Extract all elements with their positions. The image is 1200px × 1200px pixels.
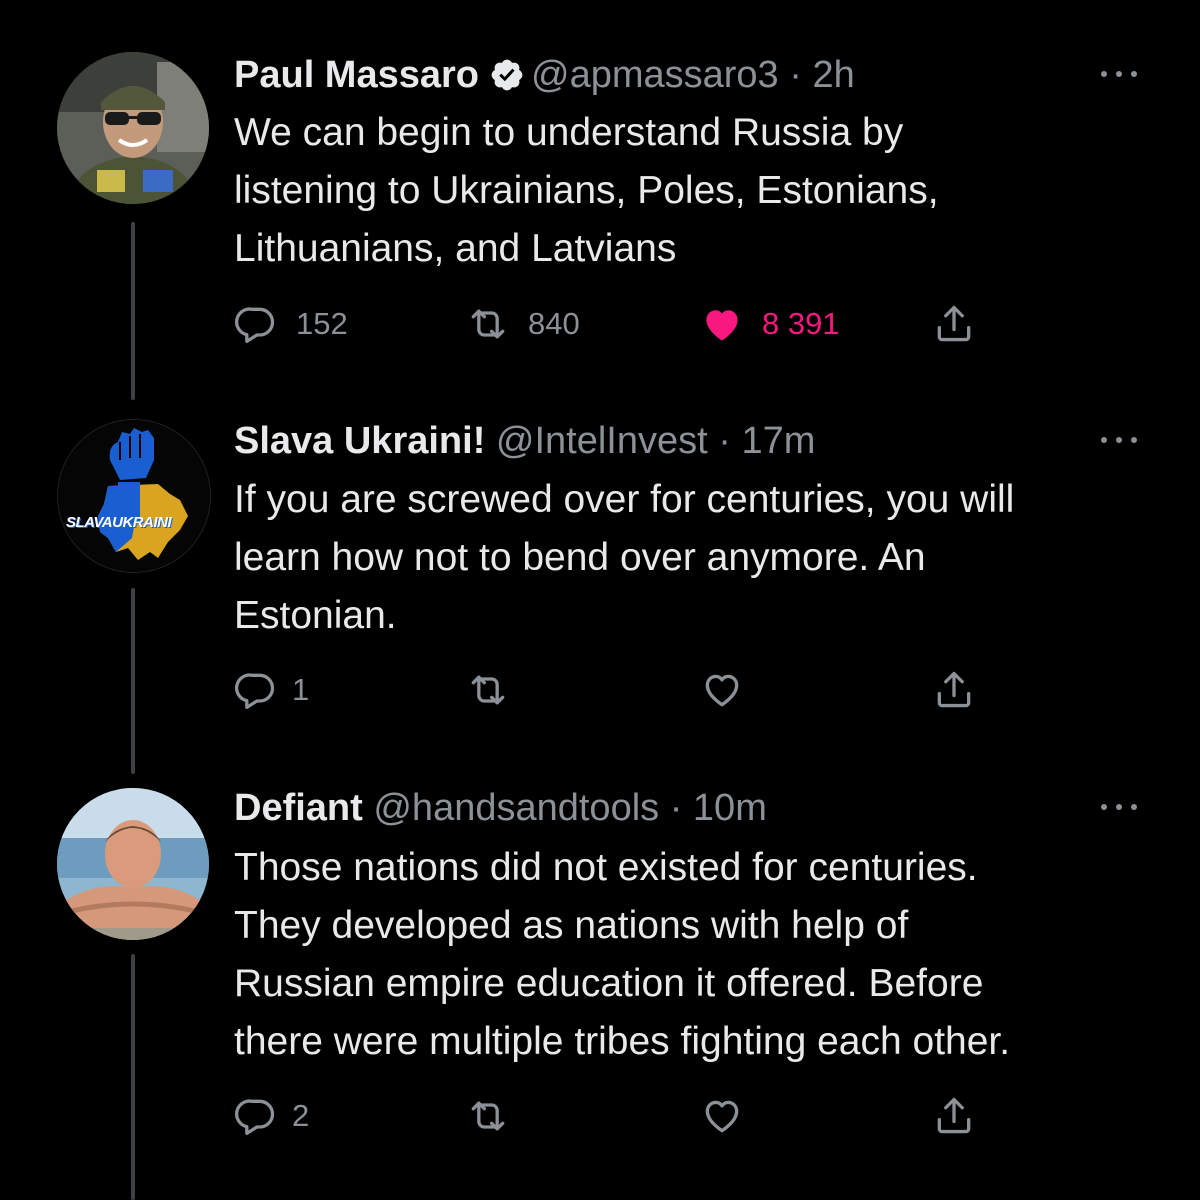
avatar-defiant[interactable] [57, 788, 209, 940]
tweet-actions: 2 [234, 1091, 994, 1141]
avatar-paul-massaro[interactable] [57, 52, 209, 204]
like-button[interactable] [700, 1091, 744, 1141]
reply-icon [234, 1099, 275, 1136]
retweet-icon [471, 1101, 505, 1131]
reply-button[interactable]: 152 [234, 299, 348, 349]
tweet-text-line: learn how not to bend over anymore. An [234, 536, 926, 579]
thread-line [131, 222, 135, 400]
author-handle[interactable]: @handsandtools [373, 787, 659, 829]
retweet-count: 840 [528, 306, 580, 341]
reply-icon [234, 673, 275, 710]
reply-count: 1 [292, 672, 310, 707]
slava-ukraini-logo [58, 420, 210, 572]
tweet-time[interactable]: 17m [741, 420, 815, 462]
tweet-text-line: We can begin to understand Russia by [234, 111, 904, 154]
like-count: 8 391 [762, 306, 840, 341]
more-options-icon[interactable] [1098, 430, 1140, 450]
share-button[interactable] [932, 665, 976, 715]
retweet-button[interactable] [466, 665, 510, 715]
share-button[interactable] [932, 299, 976, 349]
avatar-logo-text: SLAVAUKRAINI [66, 514, 172, 531]
avatar-image [57, 788, 209, 940]
reply-button[interactable]: 2 [234, 1091, 309, 1141]
tweet-text-line: listening to Ukrainians, Poles, Estonian… [234, 169, 939, 212]
thread-line [131, 954, 135, 1200]
retweet-icon [471, 675, 505, 705]
heart-outline-icon [705, 674, 739, 707]
tweet-header: Defiant @handsandtools · 10m [234, 787, 767, 829]
like-button[interactable] [700, 665, 744, 715]
tweet-time[interactable]: 10m [693, 787, 767, 829]
avatar-slava-ukraini[interactable]: SLAVAUKRAINI [57, 419, 211, 573]
tweet-actions: 1 [234, 665, 994, 715]
tweet-text-line: If you are screwed over for centuries, y… [234, 478, 1015, 521]
reply-icon [234, 307, 275, 344]
author-name[interactable]: Paul Massaro [234, 54, 479, 96]
tweet-text-line: Lithuanians, and Latvians [234, 227, 677, 270]
tweet-text-line: Those nations did not existed for centur… [234, 846, 978, 889]
share-button[interactable] [932, 1091, 976, 1141]
author-handle[interactable]: @IntelInvest [496, 420, 708, 462]
retweet-icon [471, 309, 505, 339]
author-name[interactable]: Slava Ukraini! [234, 420, 485, 462]
share-icon [937, 305, 971, 342]
tweet-text-line: They developed as nations with help of [234, 904, 909, 947]
tweet-time[interactable]: 2h [812, 54, 854, 96]
reply-count: 2 [292, 1098, 310, 1133]
author-name[interactable]: Defiant [234, 787, 363, 829]
tweet-text: We can begin to understand Russia by lis… [234, 104, 1164, 278]
tweet-text-line: Russian empire education it offered. Bef… [234, 962, 984, 1005]
heart-filled-icon [706, 310, 738, 341]
heart-outline-icon [705, 1100, 739, 1133]
share-icon [937, 671, 971, 708]
verified-badge-icon [489, 57, 525, 93]
reply-button[interactable]: 1 [234, 665, 309, 715]
thread-line [131, 588, 135, 774]
author-handle[interactable]: @apmassaro3 [531, 54, 779, 96]
retweet-button[interactable]: 840 [466, 299, 580, 349]
tweet-header: Slava Ukraini! @IntelInvest · 17m [234, 420, 816, 462]
like-button[interactable]: 8 391 [700, 299, 840, 349]
tweet-actions: 152 840 8 391 [234, 299, 994, 349]
tweet-text: If you are screwed over for centuries, y… [234, 471, 1164, 645]
more-options-icon[interactable] [1098, 797, 1140, 817]
reply-count: 152 [296, 306, 348, 341]
tweet-text-line: there were multiple tribes fighting each… [234, 1020, 1011, 1063]
share-icon [937, 1097, 971, 1134]
tweet-text: Those nations did not existed for centur… [234, 839, 1164, 1071]
retweet-button[interactable] [466, 1091, 510, 1141]
more-options-icon[interactable] [1098, 64, 1140, 84]
tweet-header: Paul Massaro @apmassaro3 · 2h [234, 54, 855, 96]
tweet-text-line: Estonian. [234, 594, 397, 637]
avatar-image [57, 52, 209, 204]
